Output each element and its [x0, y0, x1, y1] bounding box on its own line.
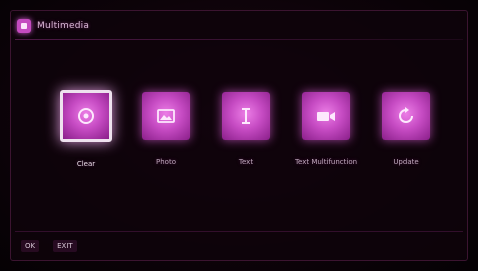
update-icon [382, 92, 430, 140]
tile-photo[interactable]: Photo [131, 86, 201, 166]
tile-photo-label: Photo [156, 158, 176, 166]
tile-clear-label: Clear [76, 160, 96, 168]
video-icon [302, 92, 350, 140]
header-divider [15, 39, 463, 40]
tv-screen: Multimedia Clear Photo Text Text Multifu… [0, 0, 478, 271]
tile-text-multifunction[interactable]: Text Multifunction [291, 86, 361, 166]
photo-icon [142, 92, 190, 140]
tile-text-multifunction-label: Text Multifunction [294, 158, 358, 166]
tile-update[interactable]: Update [371, 86, 441, 166]
text-icon [222, 92, 270, 140]
panel-header: Multimedia [17, 15, 89, 37]
ok-key-hint: OK [21, 240, 40, 252]
tile-text[interactable]: Text [211, 86, 281, 166]
tile-update-label: Update [393, 158, 419, 166]
exit-key-hint: EXIT [53, 240, 77, 252]
footer-divider [15, 231, 463, 232]
tile-clear[interactable]: Clear [51, 86, 121, 168]
footer-hints: OK EXIT [21, 240, 87, 252]
multimedia-panel: Multimedia Clear Photo Text Text Multifu… [10, 10, 468, 261]
panel-title: Multimedia [37, 21, 90, 31]
multimedia-icon [17, 19, 31, 33]
tile-text-label: Text [238, 158, 254, 166]
clear-icon [60, 90, 112, 142]
media-tiles: Clear Photo Text Text Multifunction Upda… [51, 86, 451, 196]
